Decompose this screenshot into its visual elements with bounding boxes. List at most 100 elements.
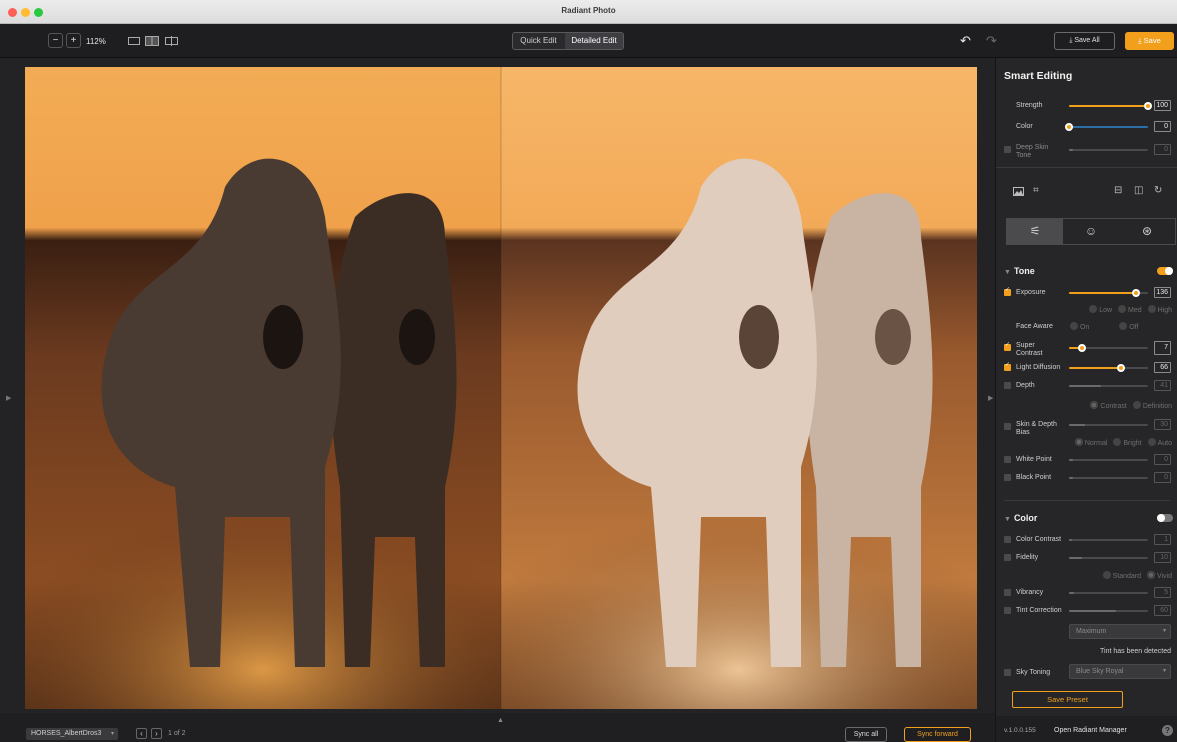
sky-toning-checkbox[interactable]: [1004, 669, 1011, 676]
depth-checkbox[interactable]: [1004, 382, 1011, 389]
exposure-high-radio[interactable]: High: [1147, 305, 1172, 314]
undo-icon[interactable]: ↶: [960, 33, 971, 49]
deep-skin-tone-label: Deep Skin Tone: [1016, 144, 1049, 159]
deep-skin-tone-checkbox[interactable]: [1004, 146, 1011, 153]
light-diffusion-checkbox[interactable]: [1004, 361, 1011, 371]
side-by-side-view-icon[interactable]: [145, 36, 159, 46]
chevron-down-icon: ▾: [1162, 668, 1166, 674]
color-toggle[interactable]: [1157, 514, 1173, 522]
depth-slider[interactable]: [1069, 385, 1148, 387]
exposure-level-options: Low Med High: [996, 303, 1177, 317]
tab-portrait[interactable]: ☺: [1063, 219, 1119, 244]
filename-selector[interactable]: HORSES_AlbertDros3 ▾: [26, 728, 118, 740]
right-collapse-arrow-icon[interactable]: ▶: [988, 394, 993, 402]
exposure-slider[interactable]: [1069, 289, 1148, 297]
zoom-out-button[interactable]: −: [48, 33, 63, 48]
skin-depth-bias-slider[interactable]: [1069, 424, 1148, 426]
crop-icon[interactable]: ⌗: [1033, 185, 1039, 196]
super-contrast-value[interactable]: 7: [1154, 341, 1171, 355]
split-view-icon[interactable]: [165, 36, 178, 46]
white-point-checkbox[interactable]: [1004, 456, 1011, 463]
depth-value[interactable]: 41: [1154, 380, 1171, 391]
skin-depth-bias-checkbox[interactable]: [1004, 423, 1011, 430]
save-button[interactable]: ⤓ Save: [1125, 32, 1174, 50]
redo-icon[interactable]: ↷: [986, 33, 997, 49]
vibrancy-value[interactable]: 5: [1154, 587, 1171, 598]
super-contrast-slider[interactable]: [1069, 344, 1148, 352]
exposure-med-radio[interactable]: Med: [1118, 305, 1142, 314]
image-icon[interactable]: [1013, 187, 1024, 196]
fidelity-mode-options: Standard Vivid: [996, 569, 1177, 583]
vibrancy-checkbox[interactable]: [1004, 589, 1011, 596]
sky-toning-dropdown[interactable]: Blue Sky Royal ▾: [1069, 664, 1171, 679]
save-preset-button[interactable]: Save Preset: [1012, 691, 1123, 708]
color-section-header[interactable]: ▼ Color: [1004, 513, 1037, 523]
light-diffusion-value[interactable]: 66: [1154, 362, 1171, 373]
color-contrast-value[interactable]: 1: [1154, 534, 1171, 545]
color-contrast-slider[interactable]: [1069, 539, 1148, 541]
skin-depth-bias-label: Skin & Depth Bias: [1016, 421, 1057, 436]
deep-skin-tone-slider[interactable]: [1069, 149, 1148, 151]
color-strength-slider[interactable]: [1065, 123, 1148, 131]
exposure-checkbox[interactable]: [1004, 286, 1011, 296]
rotate-icon[interactable]: ↻: [1154, 185, 1162, 196]
fidelity-slider[interactable]: [1069, 557, 1148, 559]
black-point-slider[interactable]: [1069, 477, 1148, 479]
tab-adjustments[interactable]: ⚟: [1007, 219, 1063, 244]
fidelity-vivid-radio[interactable]: Vivid: [1146, 571, 1172, 580]
fidelity-checkbox[interactable]: [1004, 554, 1011, 561]
black-point-value[interactable]: 0: [1154, 472, 1171, 483]
exposure-low-radio[interactable]: Low: [1089, 305, 1112, 314]
exposure-value[interactable]: 136: [1154, 287, 1171, 298]
skin-auto-radio[interactable]: Auto: [1147, 438, 1172, 447]
tint-correction-value[interactable]: 60: [1154, 605, 1171, 616]
left-collapse-arrow-icon[interactable]: ▶: [6, 394, 11, 402]
photo-preview[interactable]: [25, 67, 977, 709]
next-image-button[interactable]: ›: [151, 728, 162, 739]
super-contrast-checkbox[interactable]: [1004, 341, 1011, 351]
depth-definition-radio[interactable]: Definition: [1132, 401, 1172, 410]
white-point-slider[interactable]: [1069, 459, 1148, 461]
filename-label: HORSES_AlbertDros3: [31, 730, 102, 737]
deep-skin-tone-value[interactable]: 0: [1154, 144, 1171, 155]
color-contrast-checkbox[interactable]: [1004, 536, 1011, 543]
fidelity-standard-radio[interactable]: Standard: [1102, 571, 1141, 580]
white-point-value[interactable]: 0: [1154, 454, 1171, 465]
skin-depth-bias-value[interactable]: 30: [1154, 419, 1171, 430]
vibrancy-slider[interactable]: [1069, 592, 1148, 594]
face-aware-label: Face Aware: [1016, 323, 1053, 330]
skin-normal-radio[interactable]: Normal: [1074, 438, 1107, 447]
save-all-button[interactable]: ⤓ Save All: [1054, 32, 1115, 50]
tint-correction-slider[interactable]: [1069, 610, 1148, 612]
tone-section-header[interactable]: ▼ Tone: [1004, 266, 1035, 276]
quick-edit-tab[interactable]: Quick Edit: [513, 33, 564, 49]
light-diffusion-slider[interactable]: [1069, 364, 1148, 372]
strength-slider[interactable]: [1069, 102, 1152, 110]
sync-forward-button[interactable]: Sync forward: [904, 727, 971, 742]
flip-icon[interactable]: ◫: [1134, 185, 1143, 196]
depth-row: Depth 41: [996, 379, 1177, 393]
straighten-icon[interactable]: ⊟: [1114, 185, 1122, 196]
white-point-label: White Point: [1016, 456, 1052, 463]
tab-color-grade[interactable]: ⊛: [1119, 219, 1175, 244]
fidelity-value[interactable]: 10: [1154, 552, 1171, 563]
filmstrip-expand-icon[interactable]: ▲: [497, 717, 504, 724]
color-strength-value[interactable]: 0: [1154, 121, 1171, 132]
sync-all-button[interactable]: Sync all: [845, 727, 887, 742]
face-aware-off-radio[interactable]: Off: [1119, 322, 1139, 331]
fidelity-row: Fidelity 10: [996, 551, 1177, 565]
depth-contrast-radio[interactable]: Contrast: [1090, 401, 1127, 410]
previous-image-button[interactable]: ‹: [136, 728, 147, 739]
face-aware-on-radio[interactable]: On: [1070, 322, 1089, 331]
help-icon[interactable]: ?: [1162, 725, 1173, 736]
tone-toggle[interactable]: [1157, 267, 1173, 275]
single-view-icon[interactable]: [128, 36, 140, 46]
skin-bright-radio[interactable]: Bright: [1113, 438, 1142, 447]
zoom-in-button[interactable]: +: [66, 33, 81, 48]
tint-mode-dropdown[interactable]: Maximum ▾: [1069, 624, 1171, 639]
black-point-checkbox[interactable]: [1004, 474, 1011, 481]
strength-value[interactable]: 100: [1154, 100, 1171, 111]
tint-correction-checkbox[interactable]: [1004, 607, 1011, 614]
open-radiant-manager-link[interactable]: Open Radiant Manager: [1054, 727, 1127, 734]
detailed-edit-tab[interactable]: Detailed Edit: [565, 33, 623, 49]
